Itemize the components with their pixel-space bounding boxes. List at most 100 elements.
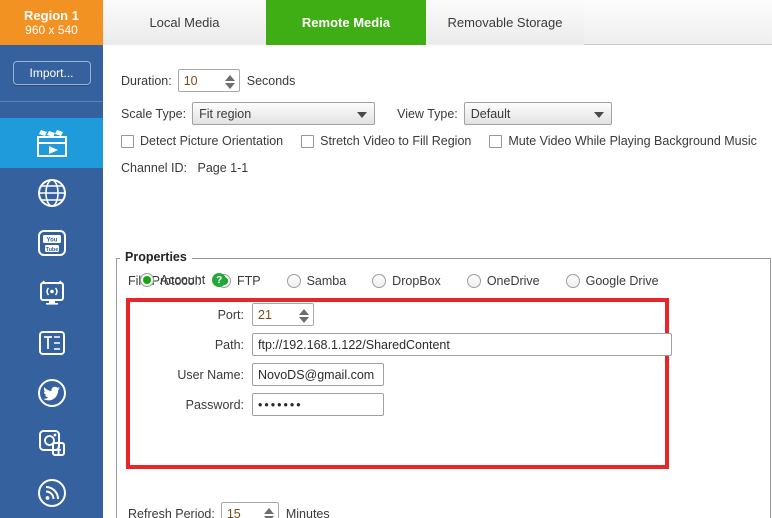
radio-button-icon[interactable]: [140, 273, 154, 287]
properties-group: Properties File Protocol: FTP Samba Drop…: [116, 250, 771, 518]
view-type-select[interactable]: Default: [463, 102, 612, 125]
region-dimensions: 960 x 540: [25, 22, 78, 37]
radio-label: OneDrive: [486, 274, 540, 288]
svg-text:Tube: Tube: [45, 247, 58, 253]
stepper-up-icon[interactable]: [299, 308, 309, 315]
checkbox-label: Stretch Video to Fill Region: [320, 134, 472, 148]
duration-stepper-arrows[interactable]: [224, 71, 235, 92]
chevron-down-icon[interactable]: [357, 112, 368, 118]
options-checkbox-row: Detect Picture Orientation Stretch Video…: [121, 134, 757, 148]
view-type-label: View Type:: [397, 106, 458, 121]
sidebar-item-text[interactable]: [0, 318, 103, 368]
svg-text:You: You: [46, 238, 57, 244]
port-stepper[interactable]: [252, 303, 314, 326]
stepper-down-icon[interactable]: [299, 316, 309, 323]
sidebar-item-live-stream[interactable]: [0, 268, 103, 318]
tab-bar: Local Media Remote Media Removable Stora…: [103, 0, 772, 45]
rss-icon: [36, 477, 68, 509]
path-label: Path:: [214, 337, 244, 352]
password-label: Password:: [185, 397, 244, 412]
account-label: Account: [160, 273, 206, 287]
media-clapper-icon: [35, 128, 69, 158]
radio-button-icon[interactable]: [372, 274, 387, 288]
social-feed-icon: [36, 428, 68, 458]
radio-button-icon[interactable]: [565, 274, 580, 288]
tab-remote-media[interactable]: Remote Media: [266, 0, 426, 45]
refresh-period-row: Refresh Period: Minutes: [128, 502, 330, 518]
account-radio-row: Account ?: [140, 273, 227, 287]
radio-button-icon[interactable]: [466, 274, 481, 288]
duration-stepper[interactable]: [177, 69, 240, 92]
tab-local-media[interactable]: Local Media: [103, 0, 266, 45]
sidebar-item-social-feed[interactable]: [0, 418, 103, 468]
sidebar-item-rss[interactable]: [0, 468, 103, 518]
channel-id-row: Channel ID: Page 1-1: [121, 161, 248, 175]
stepper-up-icon[interactable]: [224, 74, 235, 81]
scale-type-select[interactable]: Fit region: [192, 102, 376, 125]
sidebar-item-youtube[interactable]: You Tube: [0, 218, 103, 268]
duration-unit-label: Seconds: [246, 73, 296, 88]
sidebar-spacer: [0, 102, 103, 118]
sidebar-item-web[interactable]: [0, 168, 103, 218]
username-input[interactable]: [252, 363, 384, 386]
username-label: User Name:: [177, 367, 244, 382]
radio-protocol-samba[interactable]: Samba: [286, 274, 347, 288]
stepper-up-icon[interactable]: [263, 507, 274, 514]
globe-icon: [36, 177, 68, 209]
channel-id-label: Channel ID:: [121, 161, 188, 175]
port-row: Port:: [128, 303, 314, 326]
radio-label: Samba: [306, 274, 347, 288]
radio-account[interactable]: Account: [140, 273, 205, 287]
scale-type-value: Fit region: [199, 106, 252, 121]
stepper-down-icon[interactable]: [224, 82, 235, 89]
radio-label: FTP: [236, 274, 261, 288]
radio-label: DropBox: [392, 274, 441, 288]
live-stream-icon: [36, 278, 68, 308]
text-icon: [36, 328, 68, 358]
radio-protocol-onedrive[interactable]: OneDrive: [466, 274, 540, 288]
checkbox-box-icon[interactable]: [489, 134, 503, 148]
left-sidebar: Region 1 960 x 540 Import... You Tube: [0, 0, 103, 518]
port-label: Port:: [217, 307, 244, 322]
radio-button-icon[interactable]: [286, 274, 301, 288]
radio-protocol-google-drive[interactable]: Google Drive: [565, 274, 659, 288]
import-area: Import...: [0, 45, 103, 102]
region-header: Region 1 960 x 540: [0, 0, 103, 45]
radio-protocol-dropbox[interactable]: DropBox: [372, 274, 441, 288]
refresh-stepper-arrows[interactable]: [263, 504, 274, 518]
sidebar-item-twitter[interactable]: [0, 368, 103, 418]
import-button[interactable]: Import...: [12, 61, 91, 85]
checkbox-label: Detect Picture Orientation: [140, 134, 284, 148]
sidebar-nav-list: You Tube: [0, 118, 103, 518]
path-row: Path:: [128, 333, 672, 356]
checkbox-label: Mute Video While Playing Background Musi…: [508, 134, 757, 148]
checkbox-box-icon[interactable]: [121, 134, 134, 148]
refresh-period-stepper[interactable]: [220, 502, 279, 518]
region-title: Region 1: [24, 7, 79, 23]
help-icon[interactable]: ?: [212, 273, 227, 287]
checkbox-detect-picture-orientation[interactable]: Detect Picture Orientation: [121, 134, 283, 148]
view-type-value: Default: [470, 106, 511, 121]
duration-label: Duration:: [121, 73, 172, 88]
chevron-down-icon[interactable]: [593, 112, 604, 118]
channel-id-value: Page 1-1: [197, 161, 249, 175]
refresh-period-label: Refresh Period:: [128, 506, 215, 518]
checkbox-mute-video-while-playing-background-music[interactable]: Mute Video While Playing Background Musi…: [489, 134, 757, 148]
scale-view-row: Scale Type: Fit region View Type: Defaul…: [121, 102, 612, 125]
checkbox-stretch-video-to-fill-region[interactable]: Stretch Video to Fill Region: [301, 134, 471, 148]
password-input[interactable]: [252, 393, 384, 416]
main-panel: Local Media Remote Media Removable Stora…: [103, 0, 772, 518]
username-row: User Name:: [128, 363, 384, 386]
sidebar-item-media[interactable]: [0, 118, 103, 168]
tab-removable-storage[interactable]: Removable Storage: [426, 0, 584, 45]
port-stepper-arrows[interactable]: [299, 305, 309, 326]
radio-label: Google Drive: [585, 274, 659, 288]
twitter-icon: [36, 377, 68, 409]
refresh-unit-label: Minutes: [285, 506, 330, 518]
app-root: Region 1 960 x 540 Import... You Tube Lo…: [0, 0, 772, 518]
path-input[interactable]: [252, 333, 672, 356]
duration-row: Duration: Seconds: [121, 69, 295, 92]
scale-type-label: Scale Type:: [121, 106, 187, 121]
tab-bar-filler: [584, 0, 772, 44]
checkbox-box-icon[interactable]: [301, 134, 315, 148]
